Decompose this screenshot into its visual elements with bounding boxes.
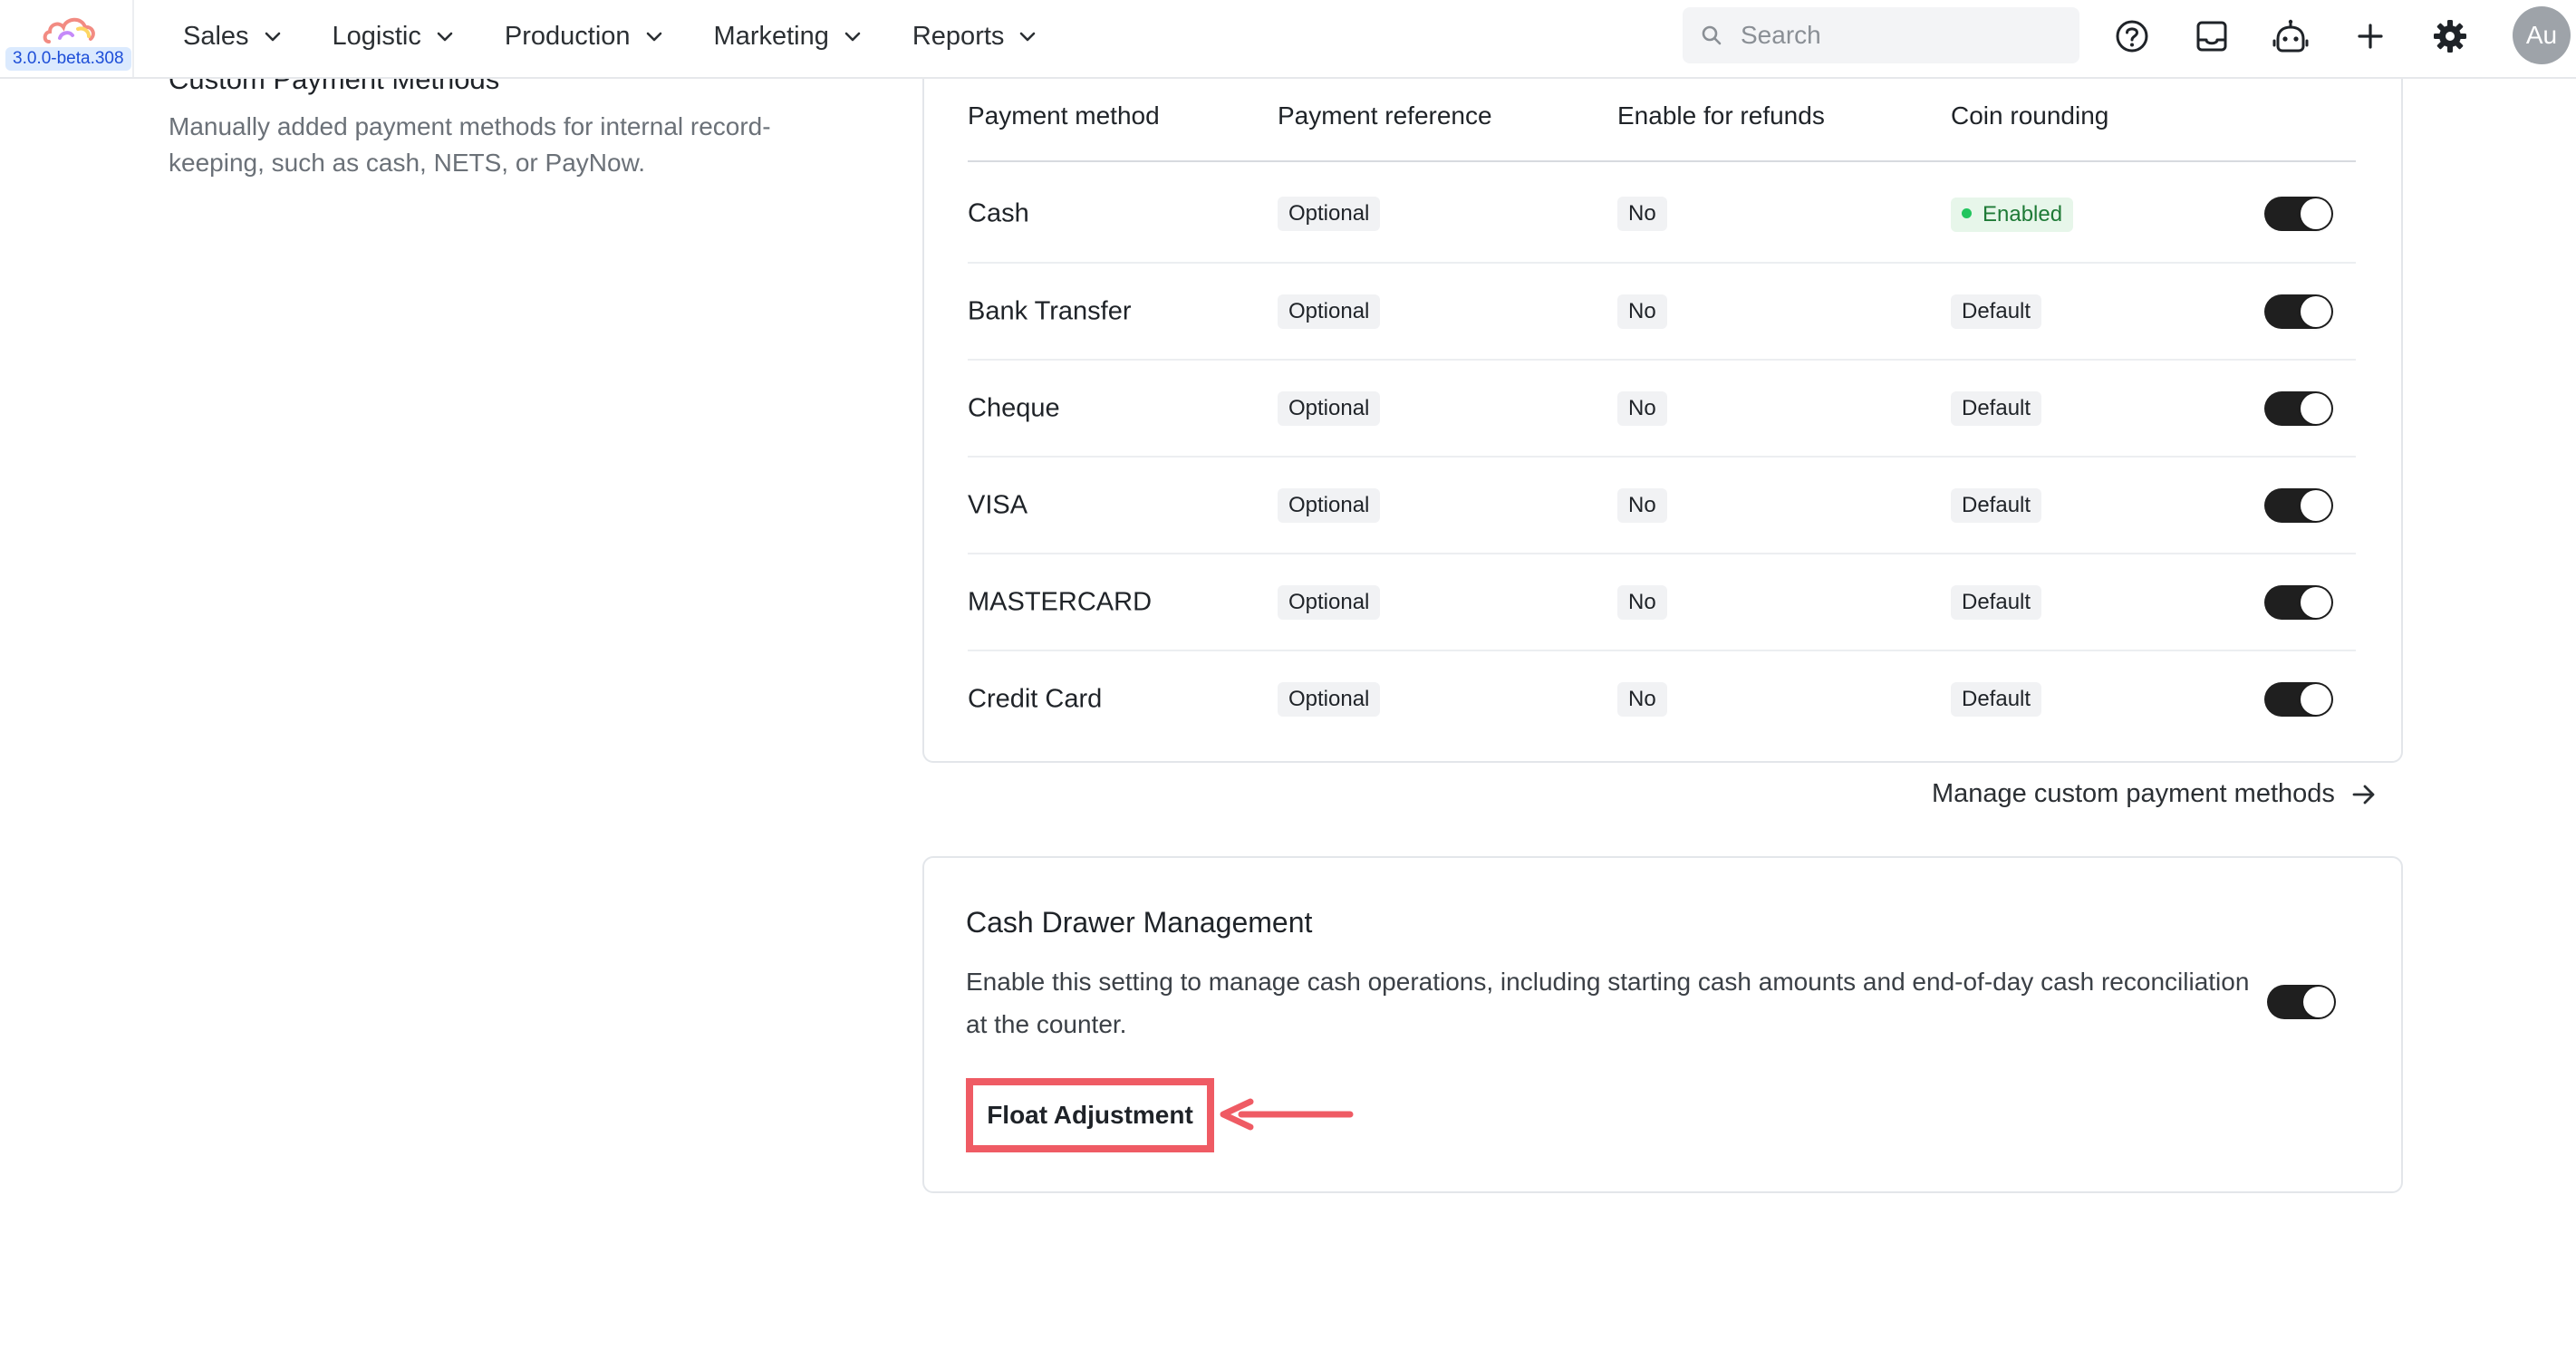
section-description: Manually added payment methods for inter… [169,112,771,177]
float-adjustment-button[interactable]: Float Adjustment [966,1078,1214,1152]
reference-badge: Optional [1278,294,1381,329]
refunds-badge: No [1617,294,1667,329]
search-box[interactable] [1683,7,2079,63]
toggle-knob [2301,587,2331,618]
nav-item-logistic[interactable]: Logistic [333,22,454,52]
chevron-down-icon [436,27,454,45]
toggle-knob [2301,296,2331,327]
nav-item-sales[interactable]: Sales [183,22,282,52]
payment-method-name: MASTERCARD [968,587,1153,617]
chevron-down-icon [264,27,282,45]
toggle-knob [2301,198,2331,229]
reference-badge: Optional [1278,488,1381,523]
coin-rounding-badge: Default [1951,294,2042,329]
column-header-enable-for-refunds: Enable for refunds [1617,101,1825,130]
chevron-down-icon [1018,27,1037,45]
payment-method-name: Cheque [968,393,1060,423]
refunds-badge: No [1617,391,1667,426]
row-divider [968,553,2356,554]
nav-item-marketing[interactable]: Marketing [714,22,862,52]
table-header-divider [968,160,2356,162]
chevron-down-icon [645,27,663,45]
search-icon [1701,24,1722,46]
cloud-logo-icon [43,17,95,43]
refunds-badge: No [1617,682,1667,717]
payment-method-name: VISA [968,490,1028,520]
payment-method-toggle[interactable] [2264,682,2333,717]
coin-rounding-label: Enabled [1983,202,2063,226]
payment-method-toggle[interactable] [2264,585,2333,620]
search-input[interactable] [1739,20,2069,51]
payment-method-name: Credit Card [968,684,1103,714]
coin-rounding-badge: Default [1951,682,2042,717]
column-header-coin-rounding: Coin rounding [1951,101,2109,130]
nav-item-label: Logistic [332,21,421,51]
reference-badge: Optional [1278,585,1381,620]
payment-method-toggle[interactable] [2264,294,2333,329]
arrow-right-icon [2351,782,2377,807]
coin-rounding-badge-enabled: Enabled [1951,198,2074,232]
refunds-badge: No [1617,585,1667,620]
toggle-knob [2301,393,2331,424]
status-dot-icon [1962,208,1972,219]
payment-method-toggle[interactable] [2264,197,2333,231]
nav-item-label: Marketing [713,21,829,51]
chevron-down-icon [844,27,862,45]
avatar[interactable]: Au [2513,6,2571,64]
column-header-payment-method: Payment method [968,101,1160,130]
manage-custom-payment-methods-link[interactable]: Manage custom payment methods [1932,779,2377,809]
cash-drawer-description: Enable this setting to manage cash opera… [966,968,2250,1038]
cash-drawer-title: Cash Drawer Management [966,906,1313,939]
nav-item-label: Reports [912,21,1005,51]
annotation-arrow-icon [1220,1098,1354,1131]
bot-icon[interactable] [2271,16,2311,56]
row-divider [968,650,2356,651]
coin-rounding-badge: Default [1951,391,2042,426]
nav-item-label: Sales [183,21,249,51]
coin-rounding-badge: Default [1951,488,2042,523]
row-divider [968,359,2356,361]
nav-item-reports[interactable]: Reports [912,22,1037,52]
toggle-knob [2301,684,2331,715]
reference-badge: Optional [1278,682,1381,717]
logo-area[interactable]: 3.0.0-beta.308 [0,0,134,77]
column-header-payment-reference: Payment reference [1278,101,1492,130]
nav-item-production[interactable]: Production [505,22,663,52]
gear-icon[interactable] [2430,16,2470,56]
main-nav: Sales Logistic Production Marketing Repo… [183,0,1087,72]
inbox-icon[interactable] [2192,16,2232,56]
payment-method-name: Bank Transfer [968,296,1132,326]
reference-badge: Optional [1278,391,1381,426]
refunds-badge: No [1617,488,1667,523]
coin-rounding-badge: Default [1951,585,2042,620]
cash-drawer-toggle[interactable] [2267,985,2336,1019]
payment-method-toggle[interactable] [2264,488,2333,523]
nav-item-label: Production [504,21,631,51]
manage-link-label: Manage custom payment methods [1932,779,2335,808]
version-badge: 3.0.0-beta.308 [5,47,131,71]
plus-icon[interactable] [2350,16,2390,56]
reference-badge: Optional [1278,197,1381,231]
refunds-badge: No [1617,197,1667,231]
payment-method-toggle[interactable] [2264,391,2333,426]
toggle-knob [2303,987,2334,1017]
help-icon[interactable] [2112,16,2152,56]
payment-method-name: Cash [968,198,1029,228]
row-divider [968,262,2356,264]
toggle-knob [2301,490,2331,521]
row-divider [968,456,2356,458]
top-navigation-bar: 3.0.0-beta.308 Sales Logistic Production… [0,0,2576,79]
